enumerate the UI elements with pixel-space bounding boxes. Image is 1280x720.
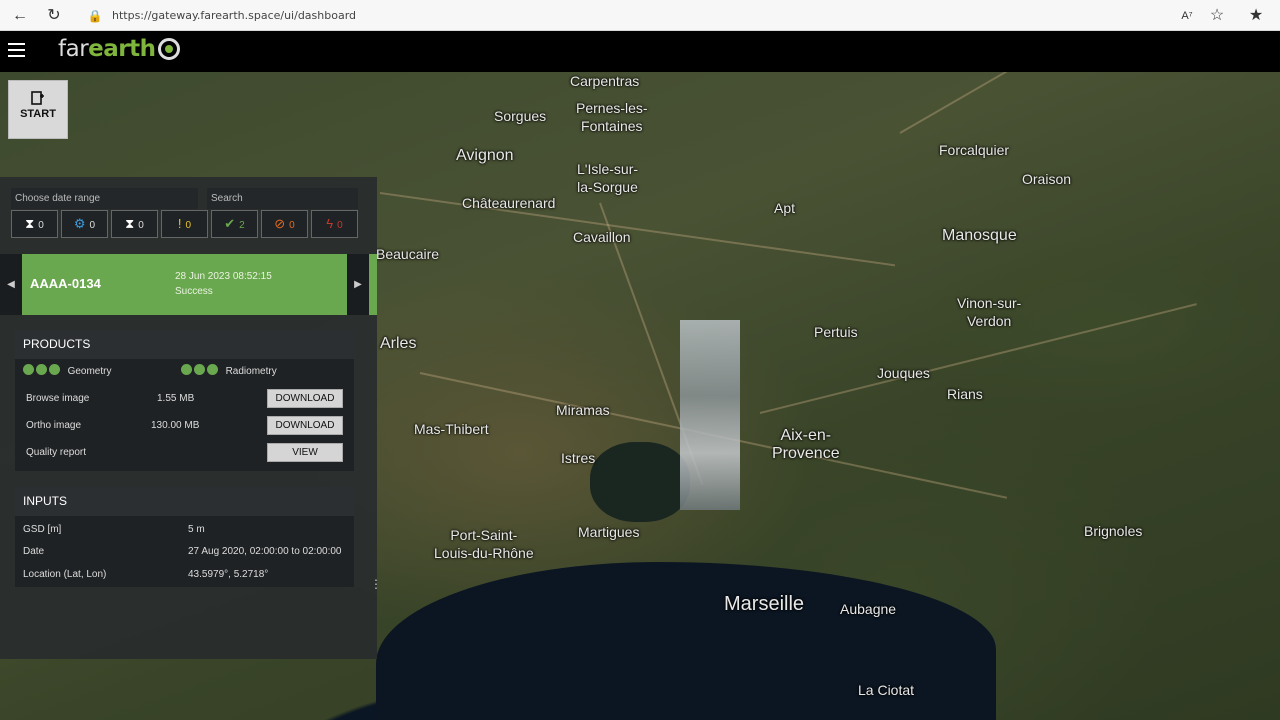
product-label: Browse image xyxy=(26,393,90,404)
browser-toolbar: ← ↻ 🔒 https://gateway.farearth.space/ui/… xyxy=(0,0,1280,31)
map-place-label: Rians xyxy=(947,386,983,402)
status-filter-hourglass[interactable]: ⧗ 0 xyxy=(11,210,58,238)
status-filter-check[interactable]: ✔ 2 xyxy=(211,210,258,238)
map-place-label: Vinon-sur- Verdon xyxy=(957,295,1022,329)
favorites-icon[interactable]: ★ xyxy=(1245,5,1267,27)
map-place-label: Cavaillon xyxy=(573,229,631,245)
map-place-label: Manosque xyxy=(942,227,1017,244)
task-status: Success xyxy=(175,286,213,297)
hourglass-icon: ⧗ xyxy=(25,216,35,231)
next-task-icon[interactable]: ▶ xyxy=(347,254,369,315)
input-label: Date xyxy=(23,546,45,557)
cancel-icon: ⊘ xyxy=(274,216,286,231)
map-place-label: Pertuis xyxy=(814,324,858,340)
map-place-label: Mas-Thibert xyxy=(414,421,489,437)
farearth-logo: farearth xyxy=(58,36,180,62)
inputs-section: INPUTS GSD [m] 5 m Date 27 Aug 2020, 02:… xyxy=(15,487,354,587)
app-header: farearth xyxy=(0,31,1280,72)
map-place-label: Arles xyxy=(380,335,417,352)
lagoon-area xyxy=(590,442,690,522)
geometry-label: Geometry xyxy=(67,366,112,377)
map-place-label: Châteaurenard xyxy=(462,195,556,211)
filter-count: 0 xyxy=(89,220,96,231)
product-size: 130.00 MB xyxy=(151,420,200,431)
reload-icon[interactable]: ↻ xyxy=(43,5,65,27)
map-place-label: Brignoles xyxy=(1084,523,1143,539)
products-title: PRODUCTS xyxy=(15,330,354,359)
map-place-label: Miramas xyxy=(556,402,610,418)
filter-count: 0 xyxy=(138,220,144,231)
task-panel: Choose date range Search ⧗ 0 ⚙ 0 ⧗ 0! 0 ✔ 2 ⊘ 0 ϟ 0 … xyxy=(0,177,382,659)
input-value: 43.5979°, 5.2718° xyxy=(188,569,269,580)
geometry-indicator: Geometry xyxy=(23,364,111,377)
filter-count: 0 xyxy=(289,220,295,231)
filter-count: 0 xyxy=(38,220,44,231)
product-label: Ortho image xyxy=(26,420,82,431)
prev-task-icon[interactable]: ◀ xyxy=(0,254,22,315)
bolt-icon: ϟ xyxy=(326,216,334,231)
map-place-label: Jouques xyxy=(877,365,930,381)
map-place-label: Pernes-les- Fontaines xyxy=(576,100,648,134)
satellite-scene-footprint[interactable] xyxy=(680,320,740,510)
map-place-label: Carpentras xyxy=(570,73,640,89)
menu-icon[interactable] xyxy=(8,43,25,57)
radiometry-label: Radiometry xyxy=(225,366,277,377)
input-value: 27 Aug 2020, 02:00:00 to 02:00:00 xyxy=(188,546,342,557)
task-timestamp: 28 Jun 2023 08:52:15 xyxy=(175,271,272,282)
map-place-label: L'Isle-sur- la-Sorgue xyxy=(577,161,639,195)
inputs-title: INPUTS xyxy=(15,487,354,516)
new-task-icon xyxy=(31,91,44,105)
back-icon[interactable]: ← xyxy=(9,5,31,27)
check-icon: ✔ xyxy=(224,216,236,231)
status-filter-cancel[interactable]: ⊘ 0 xyxy=(261,210,308,238)
map-place-label: Avignon xyxy=(456,147,514,164)
map-place-label: Forcalquier xyxy=(939,142,1010,158)
panel-resize-handle[interactable]: ⋮ xyxy=(370,577,382,591)
read-aloud-icon[interactable]: A⁷ xyxy=(1176,5,1198,27)
date-range-picker[interactable]: Choose date range xyxy=(11,188,198,209)
map-place-label: Marseille xyxy=(724,593,805,615)
map-place-label: Martigues xyxy=(578,524,640,540)
map-place-label: Beaucaire xyxy=(376,246,440,262)
status-filter-gear[interactable]: ⚙ 0 xyxy=(61,210,108,238)
start-label: START xyxy=(20,108,56,120)
product-size: 1.55 MB xyxy=(157,393,195,404)
download-ortho-button[interactable]: DOWNLOAD xyxy=(267,416,343,435)
view-report-button[interactable]: VIEW xyxy=(267,443,343,462)
map-place-label: Port-Saint- Louis-du-Rhône xyxy=(434,527,534,561)
hourglass-icon: ⧗ xyxy=(125,216,135,231)
filter-count: 0 xyxy=(185,220,192,231)
search-input[interactable]: Search xyxy=(207,188,358,209)
input-value: 5 m xyxy=(188,524,205,535)
task-card[interactable]: ◀ AAAA-0134 28 Jun 2023 08:52:15 Success… xyxy=(0,254,377,315)
map-place-label: La Ciotat xyxy=(858,682,915,698)
map-place-label: Istres xyxy=(561,450,596,466)
map-place-label: Sorgues xyxy=(494,108,547,124)
filter-count: 0 xyxy=(337,220,343,231)
input-label: Location (Lat, Lon) xyxy=(23,569,107,580)
status-filter-hourglass[interactable]: ⧗ 0 xyxy=(111,210,158,238)
input-label: GSD [m] xyxy=(23,524,62,535)
warning-icon: ! xyxy=(177,216,182,231)
products-section: PRODUCTS Geometry Radiometry Browse imag… xyxy=(15,330,354,471)
start-button[interactable]: START xyxy=(8,80,68,139)
map-place-label: Apt xyxy=(774,200,796,216)
task-id: AAAA-0134 xyxy=(30,276,101,291)
map-place-label: Aubagne xyxy=(840,601,897,617)
favorite-star-icon[interactable]: ☆ xyxy=(1206,5,1228,27)
address-bar[interactable]: https://gateway.farearth.space/ui/dashbo… xyxy=(112,9,356,22)
product-label: Quality report xyxy=(26,447,87,458)
radiometry-indicator: Radiometry xyxy=(181,364,277,377)
status-filter-bolt[interactable]: ϟ0 xyxy=(311,210,358,238)
download-browse-button[interactable]: DOWNLOAD xyxy=(267,389,343,408)
map-place-label: Oraison xyxy=(1022,171,1072,187)
filter-count: 2 xyxy=(239,220,245,231)
status-filter-warning[interactable]: ! 0 xyxy=(161,210,208,238)
lock-icon[interactable]: 🔒 xyxy=(84,5,106,27)
map-place-label: Aix-en- Provence xyxy=(772,427,840,462)
gear-icon: ⚙ xyxy=(73,216,86,231)
